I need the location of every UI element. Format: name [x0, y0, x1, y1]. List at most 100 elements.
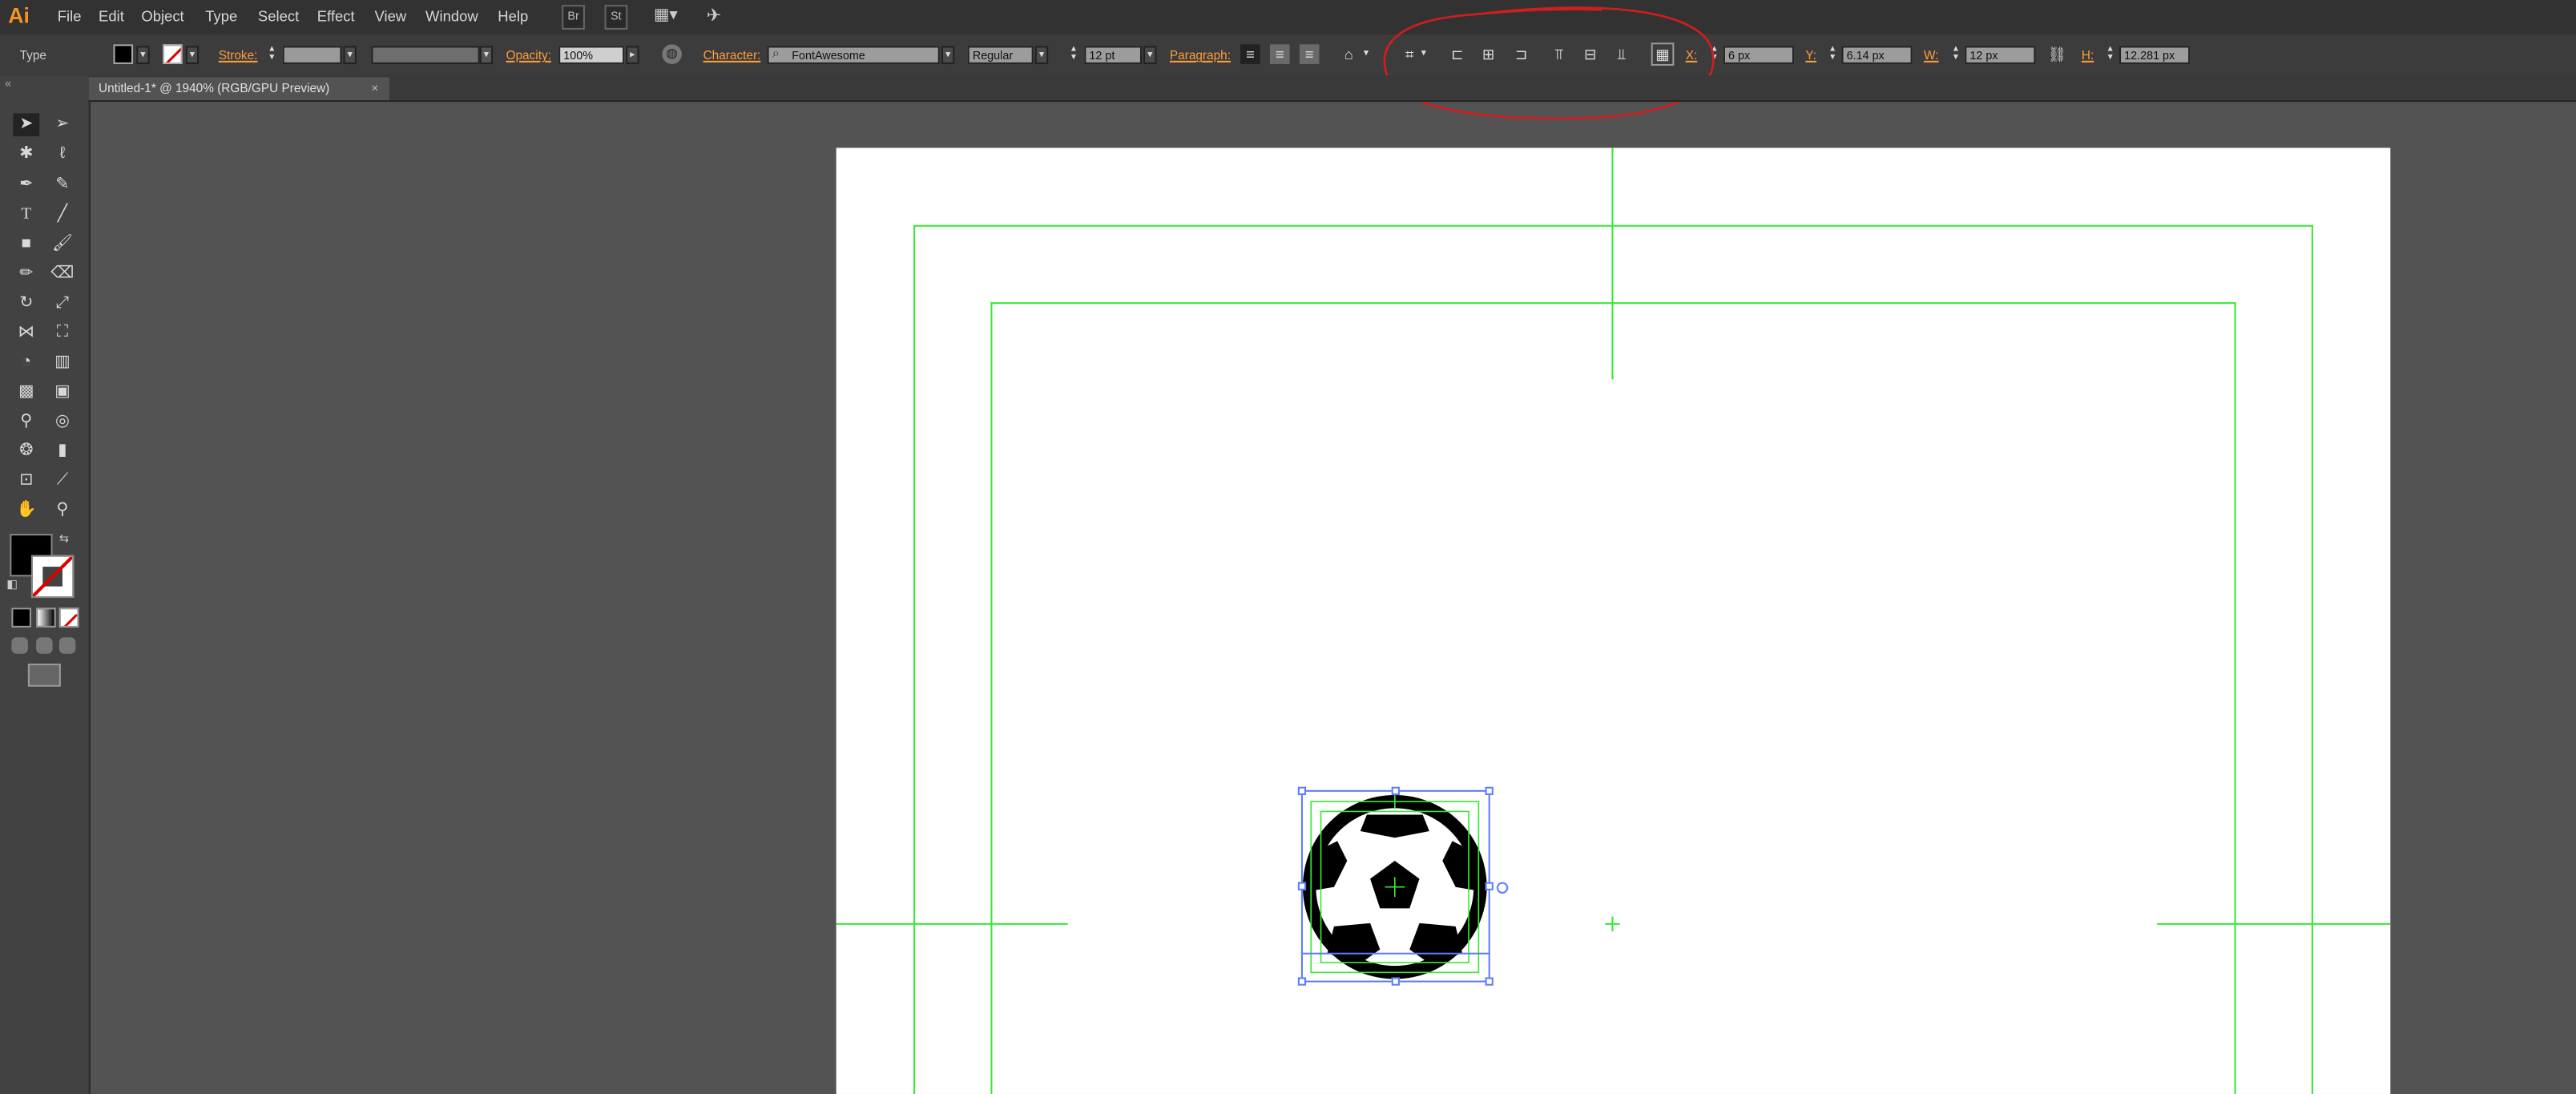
menu-file[interactable]: File	[58, 8, 82, 24]
handle-middle-left[interactable]	[1297, 882, 1307, 890]
shaper-tool-icon[interactable]: ✏	[13, 263, 39, 286]
text-warp-icon[interactable]: ⌂	[1339, 44, 1359, 64]
line-tool-icon[interactable]: ╱	[50, 204, 76, 227]
stroke-weight-dropdown-icon[interactable]: ▾	[343, 46, 357, 64]
font-style-field[interactable]: Regular	[967, 46, 1034, 64]
opacity-arrow-icon[interactable]: ▸	[626, 46, 639, 64]
handle-top-left[interactable]	[1297, 786, 1307, 795]
text-port-handle[interactable]	[1496, 882, 1509, 894]
none-mode-icon[interactable]	[58, 608, 79, 628]
font-family-field[interactable]: FontAwesome	[767, 46, 940, 64]
artboard-tool-icon[interactable]: ⊡	[13, 470, 39, 493]
h-label[interactable]: H:	[2082, 47, 2094, 62]
symbol-sprayer-tool-icon[interactable]: ❂	[13, 440, 39, 463]
character-label[interactable]: Character:	[703, 47, 761, 62]
document-tab[interactable]: Untitled-1* @ 1940% (RGB/GPU Preview) ×	[88, 77, 389, 101]
handle-bottom-right[interactable]	[1485, 977, 1494, 986]
handle-bottom-left[interactable]	[1297, 977, 1307, 986]
stroke-weight-field[interactable]	[282, 46, 342, 64]
hand-tool-icon[interactable]: ✋	[13, 499, 39, 523]
font-family-dropdown-icon[interactable]: ▾	[941, 46, 955, 64]
selection-tool-icon[interactable]: ➤	[13, 113, 40, 137]
collapse-icon[interactable]: «	[5, 79, 11, 90]
type-tool-icon[interactable]: T	[13, 204, 39, 227]
w-label[interactable]: W:	[1924, 47, 1939, 62]
align-left-icon[interactable]: ≡	[1240, 44, 1260, 64]
pen-tool-icon[interactable]: ✒	[13, 174, 39, 197]
shape-builder-tool-icon[interactable]: ◔	[13, 352, 39, 375]
bridge-button[interactable]: Br	[562, 5, 585, 30]
blend-tool-icon[interactable]: ◎	[50, 410, 76, 434]
magic-wand-tool-icon[interactable]: ✱	[13, 143, 39, 166]
perspective-grid-tool-icon[interactable]: ▥	[50, 352, 76, 375]
menu-select[interactable]: Select	[258, 8, 299, 24]
constrain-proportions-icon[interactable]: ⛓	[2047, 44, 2067, 64]
zoom-tool-icon[interactable]: ⚲	[50, 499, 76, 523]
rectangle-tool-icon[interactable]: ■	[13, 233, 39, 256]
scale-tool-icon[interactable]: ⤢	[50, 293, 76, 316]
menu-type[interactable]: Type	[205, 8, 237, 24]
opacity-field[interactable]: 100%	[558, 46, 625, 64]
fill-swatch[interactable]	[113, 44, 134, 64]
eraser-tool-icon[interactable]: ⌫	[50, 263, 76, 286]
menu-edit[interactable]: Edit	[99, 8, 124, 24]
opacity-label[interactable]: Opacity:	[506, 47, 551, 62]
align-right-icon[interactable]: ≡	[1299, 44, 1320, 64]
menu-effect[interactable]: Effect	[317, 8, 355, 24]
send-icon[interactable]: ✈	[707, 5, 722, 26]
stroke-color-box[interactable]	[30, 555, 75, 599]
workspace-switcher-icon[interactable]: ▦▾	[654, 6, 687, 26]
slice-tool-icon[interactable]: ⟋	[50, 470, 76, 493]
direct-selection-tool-icon[interactable]: ➢	[50, 113, 76, 136]
gradient-tool-icon[interactable]: ▣	[50, 381, 76, 404]
screen-mode-icon[interactable]	[27, 663, 61, 687]
recolor-icon[interactable]: ◍	[662, 44, 682, 64]
draw-normal-icon[interactable]	[11, 637, 28, 654]
default-colors-icon[interactable]: ◧	[6, 578, 18, 591]
w-stepper-icon[interactable]: ▲ ▼	[1950, 45, 1961, 64]
menu-window[interactable]: Window	[425, 8, 478, 24]
close-tab-icon[interactable]: ×	[371, 77, 378, 100]
eyedropper-tool-icon[interactable]: ⚲	[13, 410, 39, 434]
color-mode-icon[interactable]	[11, 608, 31, 628]
fill-dropdown-icon[interactable]: ▾	[136, 46, 150, 64]
variable-width-dropdown-icon[interactable]: ▾	[479, 46, 494, 64]
handle-middle-right[interactable]	[1485, 882, 1494, 890]
free-transform-tool-icon[interactable]: ⛶	[50, 322, 76, 345]
curvature-tool-icon[interactable]: ✎	[50, 174, 76, 197]
menu-object[interactable]: Object	[141, 8, 183, 24]
stroke-dropdown-icon[interactable]: ▾	[185, 46, 200, 64]
h-field[interactable]: 12.281 px	[2119, 46, 2191, 64]
gradient-mode-icon[interactable]	[36, 608, 56, 628]
h-stepper-icon[interactable]: ▲ ▼	[2105, 45, 2116, 64]
variable-width-field[interactable]	[371, 46, 480, 64]
width-tool-icon[interactable]: ⋈	[13, 322, 39, 345]
font-size-field[interactable]: 12 pt	[1084, 46, 1143, 64]
x-field[interactable]: 6 px	[1723, 46, 1795, 64]
mesh-tool-icon[interactable]: ▩	[13, 381, 39, 404]
font-style-dropdown-icon[interactable]: ▾	[1034, 46, 1049, 64]
menu-help[interactable]: Help	[498, 8, 528, 24]
graph-tool-icon[interactable]: ▮	[50, 440, 76, 463]
lasso-tool-icon[interactable]: ℓ	[50, 143, 76, 166]
draw-inside-icon[interactable]	[58, 637, 76, 654]
y-stepper-icon[interactable]: ▲ ▼	[1827, 45, 1838, 64]
rotate-tool-icon[interactable]: ↻	[13, 293, 39, 316]
stroke-label[interactable]: Stroke:	[219, 47, 258, 62]
menu-view[interactable]: View	[374, 8, 406, 24]
handle-top-right[interactable]	[1485, 786, 1494, 795]
text-warp-dropdown-icon[interactable]: ▾	[1364, 47, 1369, 59]
font-size-dropdown-icon[interactable]: ▾	[1143, 46, 1157, 64]
y-field[interactable]: 6.14 px	[1841, 46, 1913, 64]
y-label[interactable]: Y:	[1805, 47, 1816, 62]
swap-colors-icon[interactable]: ⇆	[59, 532, 69, 545]
draw-behind-icon[interactable]	[36, 637, 53, 654]
paintbrush-tool-icon[interactable]: 🖌	[50, 233, 76, 256]
stroke-swatch[interactable]	[162, 44, 183, 64]
handle-top-middle[interactable]	[1391, 786, 1400, 795]
w-field[interactable]: 12 px	[1965, 46, 2036, 64]
font-size-stepper-icon[interactable]: ▲ ▼	[1068, 45, 1079, 64]
handle-bottom-middle[interactable]	[1391, 977, 1400, 986]
paragraph-label[interactable]: Paragraph:	[1170, 47, 1231, 62]
align-center-icon[interactable]: ≡	[1269, 44, 1290, 64]
